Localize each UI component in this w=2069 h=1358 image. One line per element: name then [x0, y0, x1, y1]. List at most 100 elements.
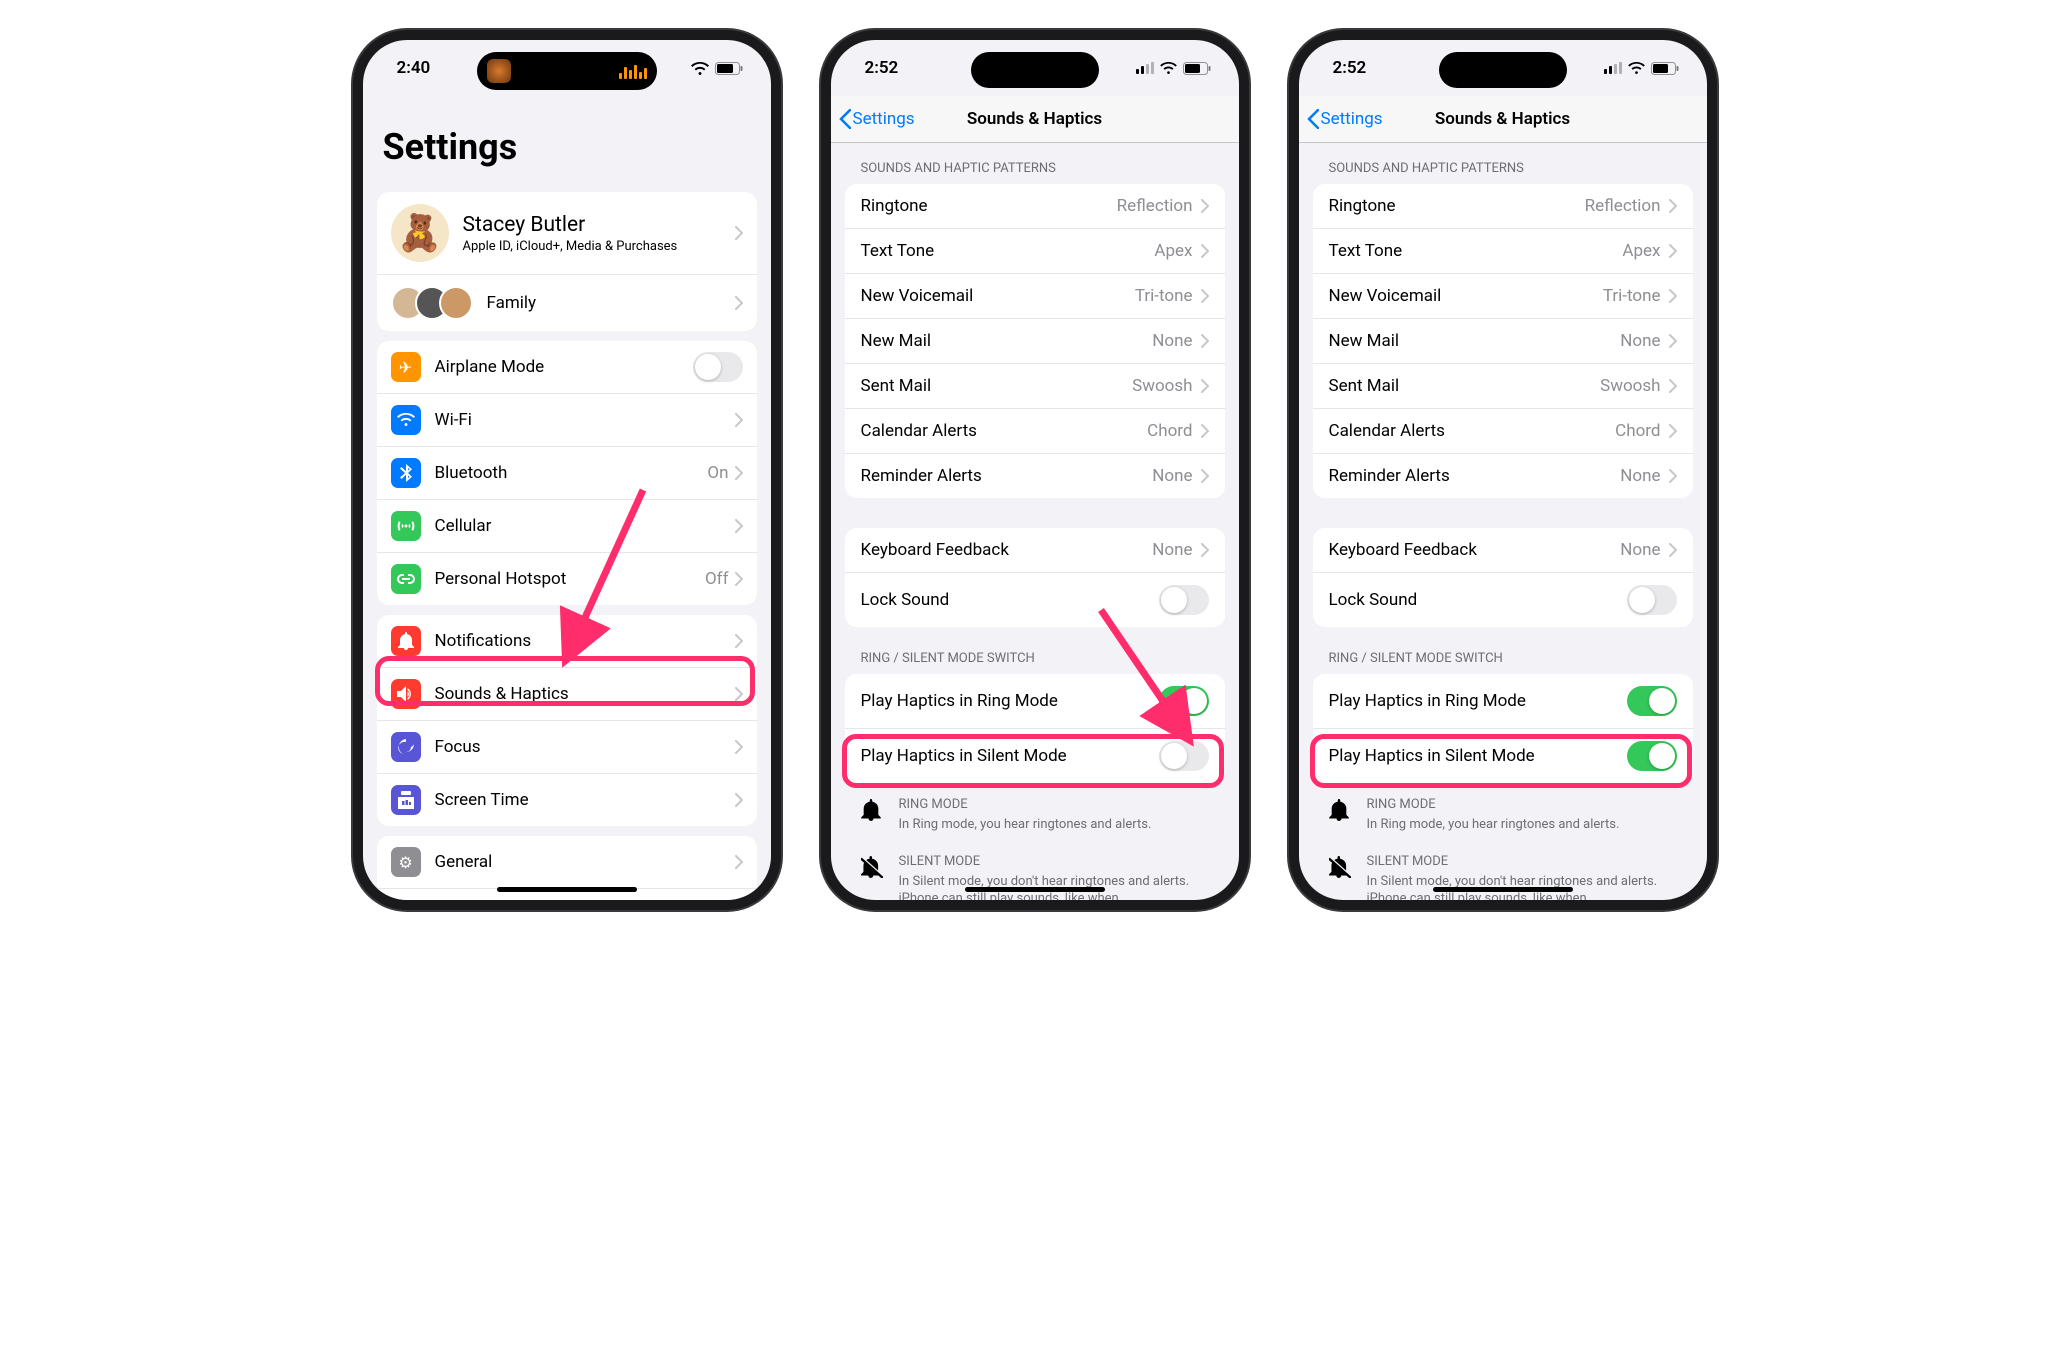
reminder-value: None [1152, 466, 1192, 486]
chevron-right-icon [735, 572, 743, 586]
chevron-right-icon [1669, 244, 1677, 258]
newmail-row[interactable]: New MailNone [1313, 319, 1693, 364]
focus-row[interactable]: Focus [377, 721, 757, 774]
keyboard-value: None [1620, 540, 1660, 560]
voicemail-row[interactable]: New VoicemailTri-tone [845, 274, 1225, 319]
profile-group: 🧸 Stacey Butler Apple ID, iCloud+, Media… [377, 192, 757, 331]
lock-sound-toggle[interactable] [1627, 585, 1677, 615]
reminder-value: None [1620, 466, 1660, 486]
sentmail-row[interactable]: Sent MailSwoosh [845, 364, 1225, 409]
keyboard-lock-group: Keyboard FeedbackNone Lock Sound [1313, 528, 1693, 627]
phone-sounds-off: 2:52 Settings Sounds & Haptics Sounds an… [821, 30, 1249, 910]
ring-haptics-row[interactable]: Play Haptics in Ring Mode [1313, 674, 1693, 729]
phone-sounds-on: 2:52 Settings Sounds & Haptics Sounds an… [1289, 30, 1717, 910]
back-button[interactable]: Settings [1307, 109, 1383, 129]
silent-haptics-label: Play Haptics in Silent Mode [861, 746, 1159, 766]
ringtone-label: Ringtone [861, 196, 1117, 216]
chevron-right-icon [1201, 543, 1209, 557]
texttone-row[interactable]: Text ToneApex [845, 229, 1225, 274]
calendar-row[interactable]: Calendar AlertsChord [1313, 409, 1693, 454]
back-button[interactable]: Settings [839, 109, 915, 129]
keyboard-value: None [1152, 540, 1192, 560]
lock-sound-row[interactable]: Lock Sound [1313, 573, 1693, 627]
sounds-haptics-row[interactable]: Sounds & Haptics [377, 668, 757, 721]
hotspot-icon [391, 564, 421, 594]
ring-haptics-toggle[interactable] [1627, 686, 1677, 716]
texttone-row[interactable]: Text ToneApex [1313, 229, 1693, 274]
dynamic-island [477, 52, 657, 90]
silent-haptics-row[interactable]: Play Haptics in Silent Mode [845, 729, 1225, 783]
airplane-label: Airplane Mode [435, 357, 693, 377]
wifi-icon [1628, 62, 1645, 74]
general-row[interactable]: ⚙ General [377, 836, 757, 889]
lock-label: Lock Sound [1329, 590, 1627, 610]
reminder-label: Reminder Alerts [861, 466, 1153, 486]
wifi-settings-icon [391, 405, 421, 435]
lock-sound-toggle[interactable] [1159, 585, 1209, 615]
airplane-mode-row[interactable]: ✈ Airplane Mode [377, 341, 757, 394]
footer-silent-title: Silent Mode [899, 854, 1209, 869]
newmail-label: New Mail [861, 331, 1153, 351]
chevron-right-icon [1201, 424, 1209, 438]
profile-name: Stacey Butler [463, 213, 735, 237]
footer-ring-mode: Ring Mode In Ring mode, you hear rington… [831, 783, 1239, 840]
keyboard-feedback-row[interactable]: Keyboard FeedbackNone [1313, 528, 1693, 573]
status-time: 2:40 [397, 58, 431, 78]
chevron-right-icon [1201, 334, 1209, 348]
chevron-right-icon [735, 793, 743, 807]
chevron-right-icon [735, 226, 743, 240]
chevron-right-icon [1669, 424, 1677, 438]
profile-subtitle: Apple ID, iCloud+, Media & Purchases [463, 239, 735, 254]
keyboard-feedback-row[interactable]: Keyboard FeedbackNone [845, 528, 1225, 573]
dynamic-island [1439, 52, 1567, 88]
calendar-row[interactable]: Calendar AlertsChord [845, 409, 1225, 454]
cellular-label: Cellular [435, 516, 735, 536]
ringtone-row[interactable]: RingtoneReflection [1313, 184, 1693, 229]
focus-icon [391, 732, 421, 762]
focus-label: Focus [435, 737, 735, 757]
sentmail-row[interactable]: Sent MailSwoosh [1313, 364, 1693, 409]
notifications-row[interactable]: Notifications [377, 615, 757, 668]
battery-icon [1183, 62, 1211, 75]
texttone-value: Apex [1622, 241, 1660, 261]
ring-haptics-toggle[interactable] [1159, 686, 1209, 716]
lock-label: Lock Sound [861, 590, 1159, 610]
voicemail-value: Tri-tone [1603, 286, 1661, 306]
ring-haptics-row[interactable]: Play Haptics in Ring Mode [845, 674, 1225, 729]
hotspot-row[interactable]: Personal Hotspot Off [377, 553, 757, 605]
wifi-label: Wi-Fi [435, 410, 735, 430]
cellular-row[interactable]: Cellular [377, 500, 757, 553]
wifi-row[interactable]: Wi-Fi [377, 394, 757, 447]
bluetooth-row[interactable]: Bluetooth On [377, 447, 757, 500]
newmail-row[interactable]: New MailNone [845, 319, 1225, 364]
ring-silent-group: Play Haptics in Ring Mode Play Haptics i… [1313, 674, 1693, 783]
family-row[interactable]: Family [377, 275, 757, 331]
control-center-row[interactable]: Control Center [377, 889, 757, 910]
voicemail-row[interactable]: New VoicemailTri-tone [1313, 274, 1693, 319]
dynamic-island-activity-icon [487, 59, 511, 83]
reminder-row[interactable]: Reminder AlertsNone [1313, 454, 1693, 498]
silent-haptics-toggle[interactable] [1627, 741, 1677, 771]
chevron-right-icon [735, 413, 743, 427]
newmail-value: None [1620, 331, 1660, 351]
network-group: ✈ Airplane Mode Wi-Fi Bluetooth On Cellu… [377, 341, 757, 605]
screentime-icon [391, 785, 421, 815]
chevron-right-icon [735, 519, 743, 533]
wifi-icon [1160, 62, 1177, 74]
family-avatars-icon [391, 286, 473, 320]
lock-sound-row[interactable]: Lock Sound [845, 573, 1225, 627]
reminder-row[interactable]: Reminder AlertsNone [845, 454, 1225, 498]
screentime-row[interactable]: Screen Time [377, 774, 757, 826]
ringtone-label: Ringtone [1329, 196, 1585, 216]
footer-silent-mode: Silent Mode In Silent mode, you don't he… [1299, 840, 1707, 910]
silent-haptics-row[interactable]: Play Haptics in Silent Mode [1313, 729, 1693, 783]
chevron-right-icon [735, 740, 743, 754]
silent-haptics-toggle[interactable] [1159, 741, 1209, 771]
ringtone-row[interactable]: RingtoneReflection [845, 184, 1225, 229]
sounds-icon [391, 679, 421, 709]
chevron-right-icon [1669, 379, 1677, 393]
bell-slash-icon [861, 854, 885, 908]
keyboard-lock-group: Keyboard FeedbackNone Lock Sound [845, 528, 1225, 627]
apple-id-row[interactable]: 🧸 Stacey Butler Apple ID, iCloud+, Media… [377, 192, 757, 275]
airplane-toggle[interactable] [693, 352, 743, 382]
